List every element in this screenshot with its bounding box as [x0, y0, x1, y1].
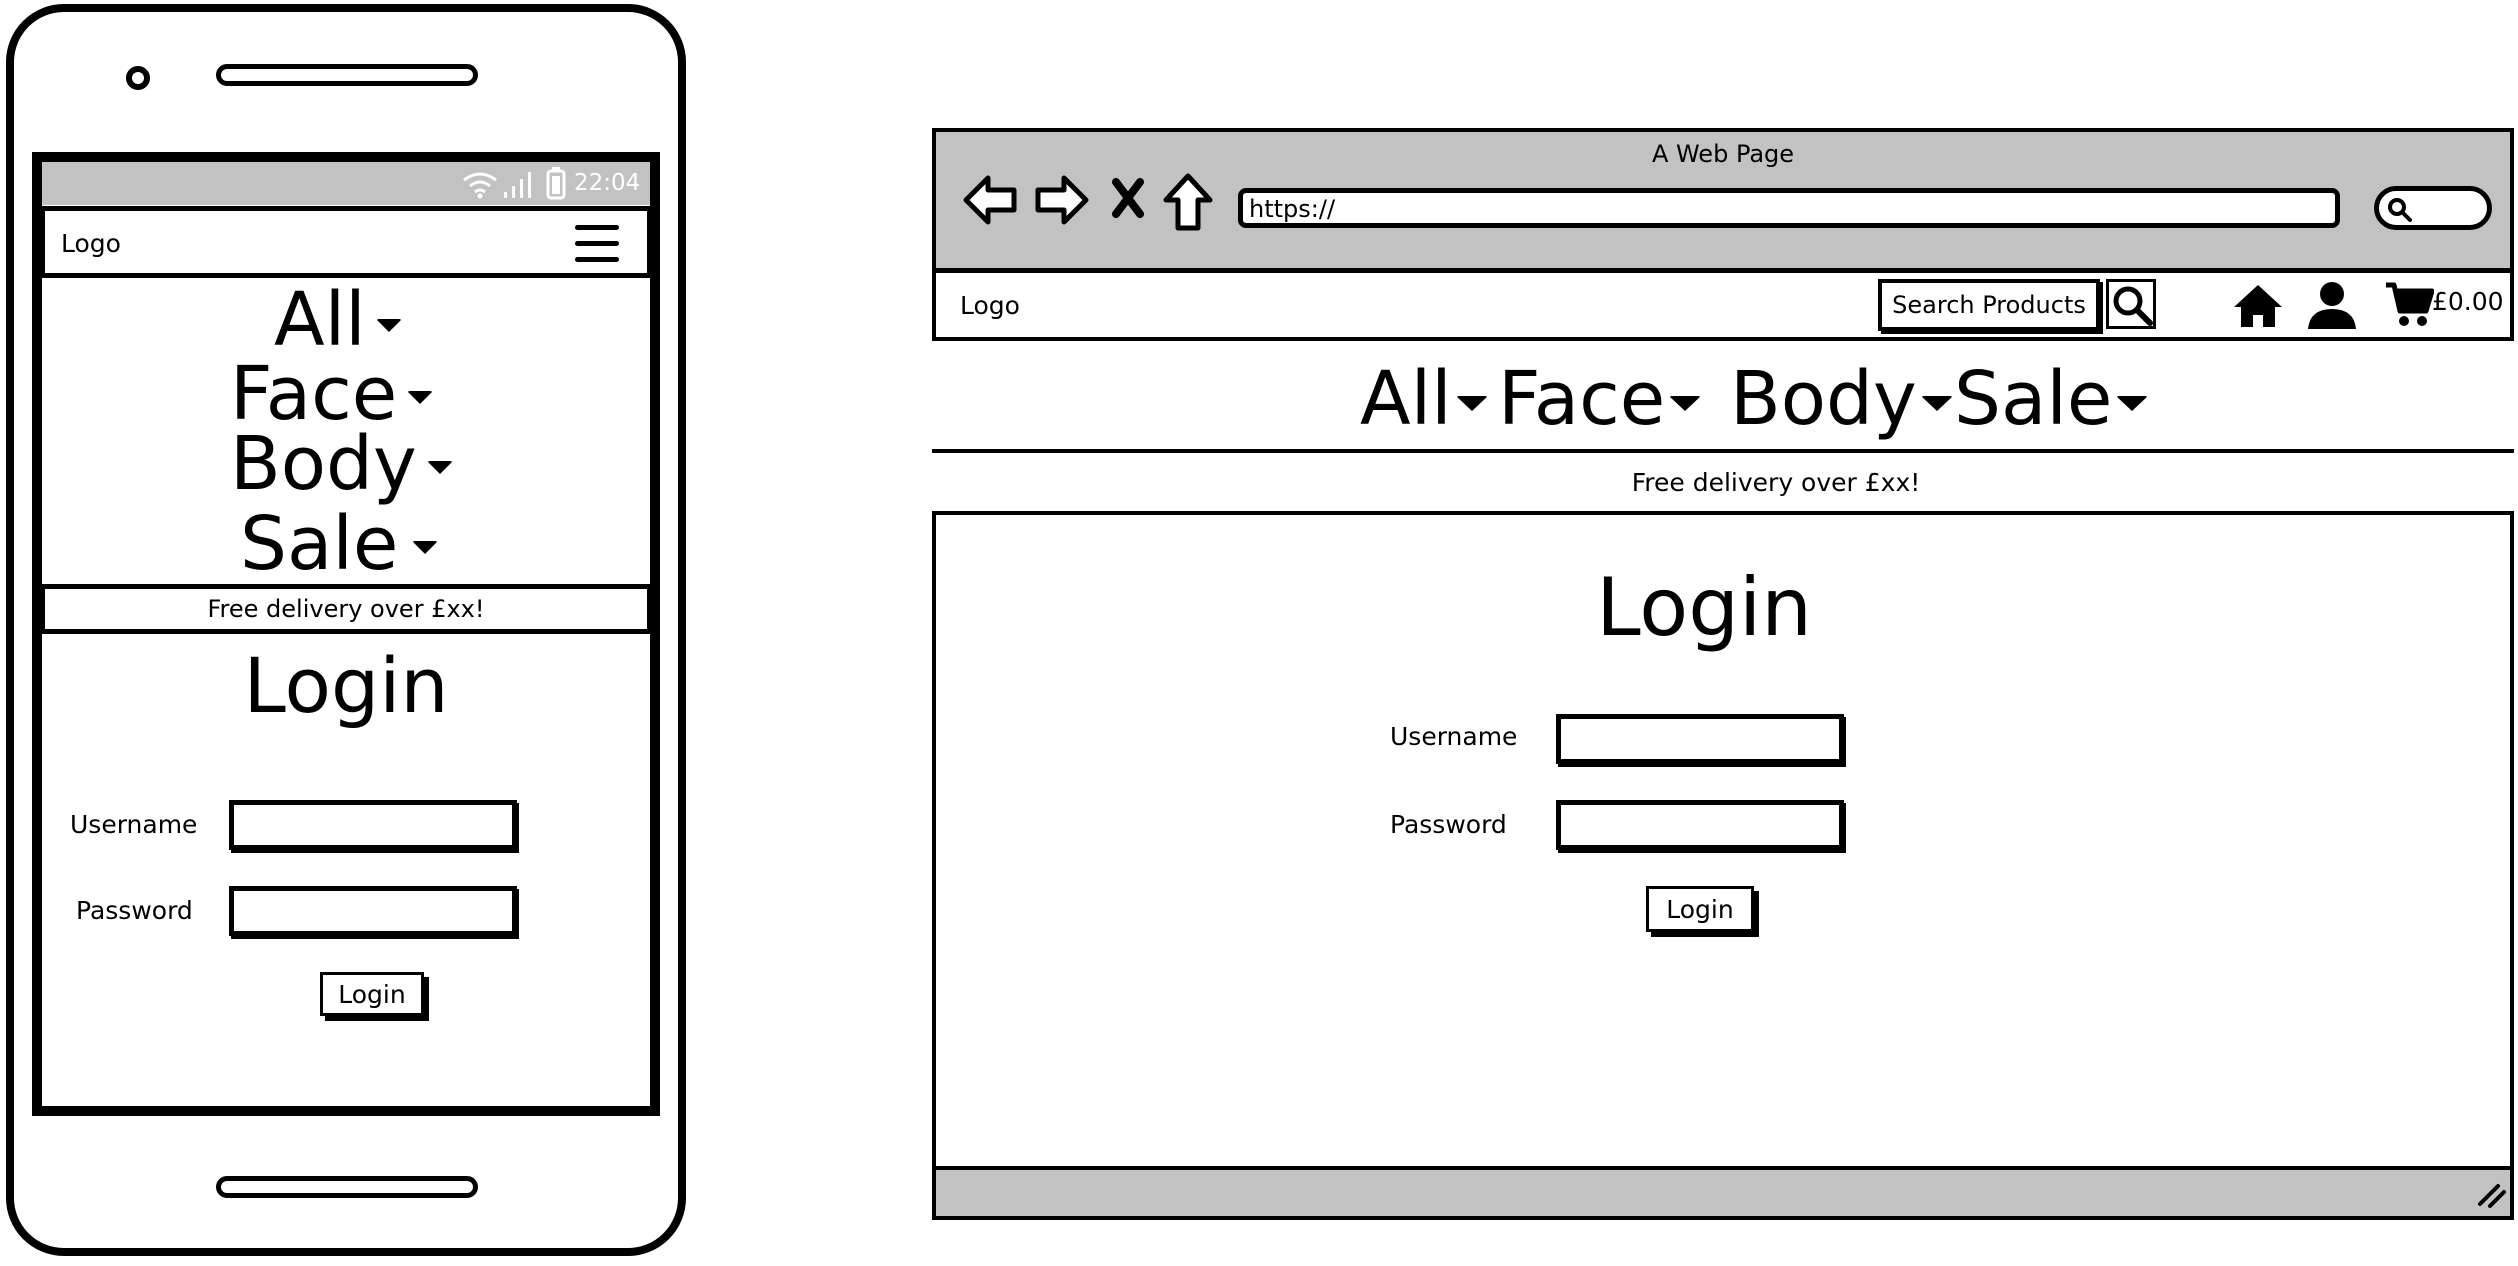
back-arrow-icon[interactable]	[962, 172, 1018, 228]
speaker-icon	[216, 64, 478, 86]
camera-icon	[126, 66, 150, 90]
address-bar[interactable]: https://	[1238, 188, 2340, 228]
status-bar: 22:04	[42, 162, 650, 205]
mobile-nav-item-body[interactable]: Body	[230, 424, 453, 504]
url-text: https://	[1249, 195, 1336, 223]
desktop-logo[interactable]: Logo	[960, 291, 1020, 320]
nav-label: All	[274, 277, 366, 363]
desktop-login-button[interactable]: Login	[1646, 886, 1754, 932]
signal-icon	[504, 172, 531, 198]
chevron-down-icon	[2116, 395, 2149, 411]
home-icon[interactable]	[2232, 283, 2284, 329]
mobile-nav: All Face Body Sale	[44, 280, 648, 582]
mobile-username-field[interactable]	[229, 800, 517, 850]
desktop-password-label: Password	[1390, 810, 1507, 839]
nav-label: Sale	[1954, 356, 2113, 442]
window-title: A Web Page	[1651, 140, 1795, 168]
mobile-password-label: Password	[76, 896, 193, 925]
search-products-input[interactable]: Search Products	[1878, 279, 2100, 331]
desktop-nav-item-sale[interactable]: Sale	[1954, 356, 2149, 442]
mobile-username-label: Username	[70, 810, 198, 839]
nav-label: Face	[1498, 356, 1666, 442]
status-time: 22:04	[574, 170, 641, 196]
desktop-login-title: Login	[1596, 561, 1812, 654]
resize-grip-icon[interactable]	[2476, 1180, 2508, 1210]
nav-label: Face	[230, 351, 398, 437]
desktop-nav-item-all[interactable]: All	[1360, 359, 1488, 439]
mobile-login-button[interactable]: Login	[320, 972, 424, 1016]
speaker-icon	[216, 1176, 478, 1198]
desktop-nav-item-body[interactable]: Body	[1730, 359, 1953, 439]
hamburger-menu-icon[interactable]	[575, 223, 621, 265]
mobile-logo[interactable]: Logo	[61, 229, 121, 258]
nav-label: Body	[1730, 356, 1917, 442]
search-icon	[2388, 198, 2412, 222]
chevron-down-icon	[407, 390, 434, 404]
mobile-login-title: Login	[243, 641, 449, 730]
cart-icon[interactable]	[2384, 281, 2434, 329]
mobile-nav-item-all[interactable]: All	[274, 280, 402, 360]
mobile-header: Logo	[40, 206, 652, 278]
chevron-down-icon	[1920, 395, 1953, 411]
chevron-down-icon	[1669, 395, 1702, 411]
mobile-nav-item-sale[interactable]: Sale	[240, 501, 439, 587]
desktop-delivery-banner: Free delivery over £xx!	[932, 453, 2514, 515]
forward-arrow-icon[interactable]	[1034, 172, 1090, 228]
search-button[interactable]	[2106, 279, 2156, 329]
search-products-label: Search Products	[1892, 291, 2086, 319]
desktop-nav-item-face[interactable]: Face	[1498, 356, 1702, 442]
browser-chrome: A Web Page https://	[936, 132, 2510, 270]
mobile-delivery-banner: Free delivery over £xx!	[40, 584, 652, 634]
cart-total[interactable]: £0.00	[2432, 287, 2504, 316]
home-outline-icon[interactable]	[1162, 172, 1214, 232]
banner-text: Free delivery over £xx!	[1631, 467, 1921, 497]
chevron-down-icon	[426, 460, 453, 474]
battery-icon	[546, 167, 566, 200]
wifi-icon	[463, 172, 497, 199]
banner-text: Free delivery over £xx!	[207, 595, 485, 623]
nav-label: All	[1360, 356, 1452, 442]
desktop-username-field[interactable]	[1556, 714, 1844, 764]
chevron-down-icon	[1455, 395, 1488, 411]
desktop-password-field[interactable]	[1556, 800, 1844, 850]
browser-search-box[interactable]	[2374, 186, 2492, 230]
user-icon[interactable]	[2306, 279, 2358, 331]
desktop-username-label: Username	[1390, 722, 1518, 751]
chevron-down-icon	[375, 318, 402, 332]
close-icon[interactable]	[1112, 178, 1144, 218]
desktop-header: Logo Search Products £0.00	[936, 273, 2510, 337]
chevron-down-icon	[412, 540, 439, 554]
nav-label: Body	[230, 421, 417, 507]
desktop-nav: All Face Body Sale	[932, 337, 2514, 453]
search-icon	[2113, 286, 2153, 326]
mobile-password-field[interactable]	[229, 886, 517, 936]
nav-label: Sale	[240, 501, 399, 587]
browser-status-bar	[932, 1166, 2514, 1220]
